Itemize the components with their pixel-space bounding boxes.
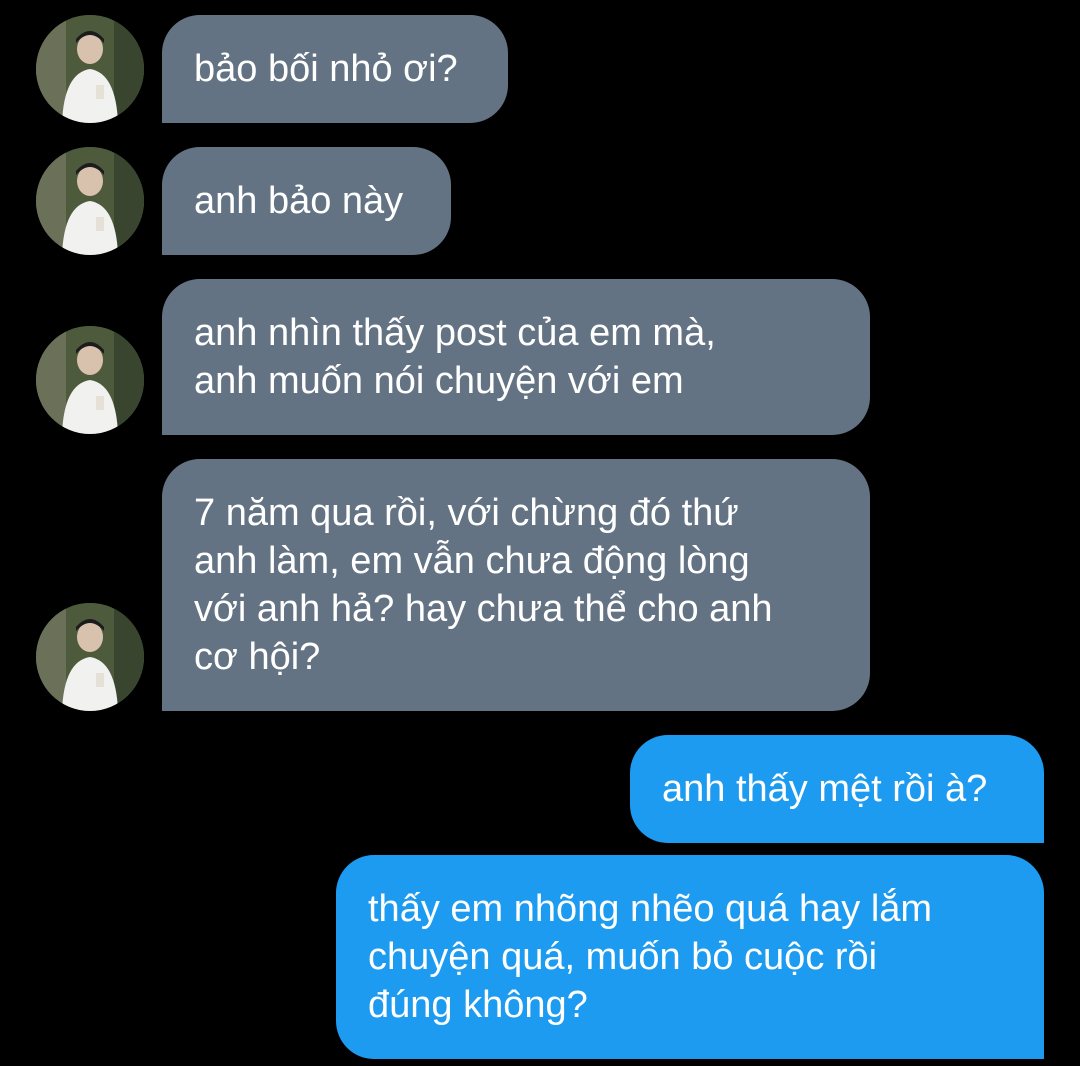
message-text: anh bảo này — [194, 180, 404, 222]
message-text: đúng không? — [368, 984, 588, 1026]
message-text: cơ hội? — [194, 636, 321, 678]
incoming-message-bubble[interactable]: 7 năm qua rồi, với chừng đó thứ anh làm,… — [162, 459, 870, 711]
avatar-photo-icon — [36, 603, 144, 711]
message-text: anh thấy mệt rồi à? — [662, 768, 988, 810]
message-text: bảo bối nhỏ ơi? — [194, 48, 458, 90]
incoming-message-bubble[interactable]: anh nhìn thấy post của em mà, anh muốn n… — [162, 279, 870, 435]
incoming-message-bubble[interactable]: anh bảo này — [162, 147, 451, 255]
message-text: anh muốn nói chuyện với em — [194, 360, 684, 402]
message-text: anh nhìn thấy post của em mà, — [194, 312, 716, 354]
contact-avatar[interactable] — [36, 603, 144, 711]
outgoing-message-bubble[interactable]: anh thấy mệt rồi à? — [630, 735, 1044, 843]
message-thread: bảo bối nhỏ ơi? anh bảo này anh nhìn thấ… — [0, 0, 1080, 1066]
incoming-message-bubble[interactable]: bảo bối nhỏ ơi? — [162, 15, 508, 123]
message-text: chuyện quá, muốn bỏ cuộc rồi — [368, 936, 878, 978]
message-text: với anh hả? hay chưa thể cho anh — [194, 588, 773, 630]
avatar-photo-icon — [36, 15, 144, 123]
message-text: thấy em nhõng nhẽo quá hay lắm — [368, 888, 933, 930]
contact-avatar[interactable] — [36, 147, 144, 255]
contact-avatar[interactable] — [36, 326, 144, 434]
avatar-photo-icon — [36, 326, 144, 434]
avatar-photo-icon — [36, 147, 144, 255]
contact-avatar[interactable] — [36, 15, 144, 123]
message-text: anh làm, em vẫn chưa động lòng — [194, 540, 750, 582]
message-text: 7 năm qua rồi, với chừng đó thứ — [194, 492, 739, 534]
outgoing-message-bubble[interactable]: thấy em nhõng nhẽo quá hay lắm chuyện qu… — [336, 855, 1044, 1059]
